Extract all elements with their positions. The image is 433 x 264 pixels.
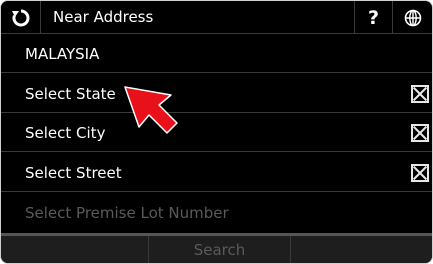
globe-icon bbox=[404, 9, 421, 26]
search-button[interactable]: Search bbox=[149, 236, 291, 263]
refresh-back-icon bbox=[11, 9, 29, 26]
page-title: Near Address bbox=[53, 8, 154, 26]
bottom-right-segment bbox=[291, 236, 432, 263]
city-row[interactable]: Select City bbox=[1, 114, 432, 152]
country-label: MALAYSIA bbox=[25, 45, 100, 63]
clear-street-icon[interactable] bbox=[411, 164, 429, 182]
premise-label: Select Premise Lot Number bbox=[25, 204, 229, 222]
bottom-left-segment bbox=[1, 236, 149, 263]
city-label: Select City bbox=[25, 124, 106, 142]
pointer-arrow-icon bbox=[124, 86, 178, 134]
bottom-bar: Search bbox=[1, 233, 432, 263]
back-button[interactable] bbox=[1, 1, 41, 34]
help-icon: ? bbox=[367, 6, 380, 29]
state-row[interactable]: Select State bbox=[1, 75, 432, 113]
clear-state-icon[interactable] bbox=[411, 85, 429, 103]
header-bar: Near Address ? bbox=[1, 1, 432, 34]
state-label: Select State bbox=[25, 85, 116, 103]
navigation-screen: Near Address ? MALAYSIA Select State Sel… bbox=[0, 0, 433, 264]
help-button[interactable]: ? bbox=[354, 1, 392, 34]
street-row[interactable]: Select Street bbox=[1, 154, 432, 192]
globe-button[interactable] bbox=[392, 1, 432, 34]
street-label: Select Street bbox=[25, 164, 122, 182]
country-row[interactable]: MALAYSIA bbox=[1, 35, 432, 73]
clear-city-icon[interactable] bbox=[411, 124, 429, 142]
premise-row: Select Premise Lot Number bbox=[1, 194, 432, 232]
